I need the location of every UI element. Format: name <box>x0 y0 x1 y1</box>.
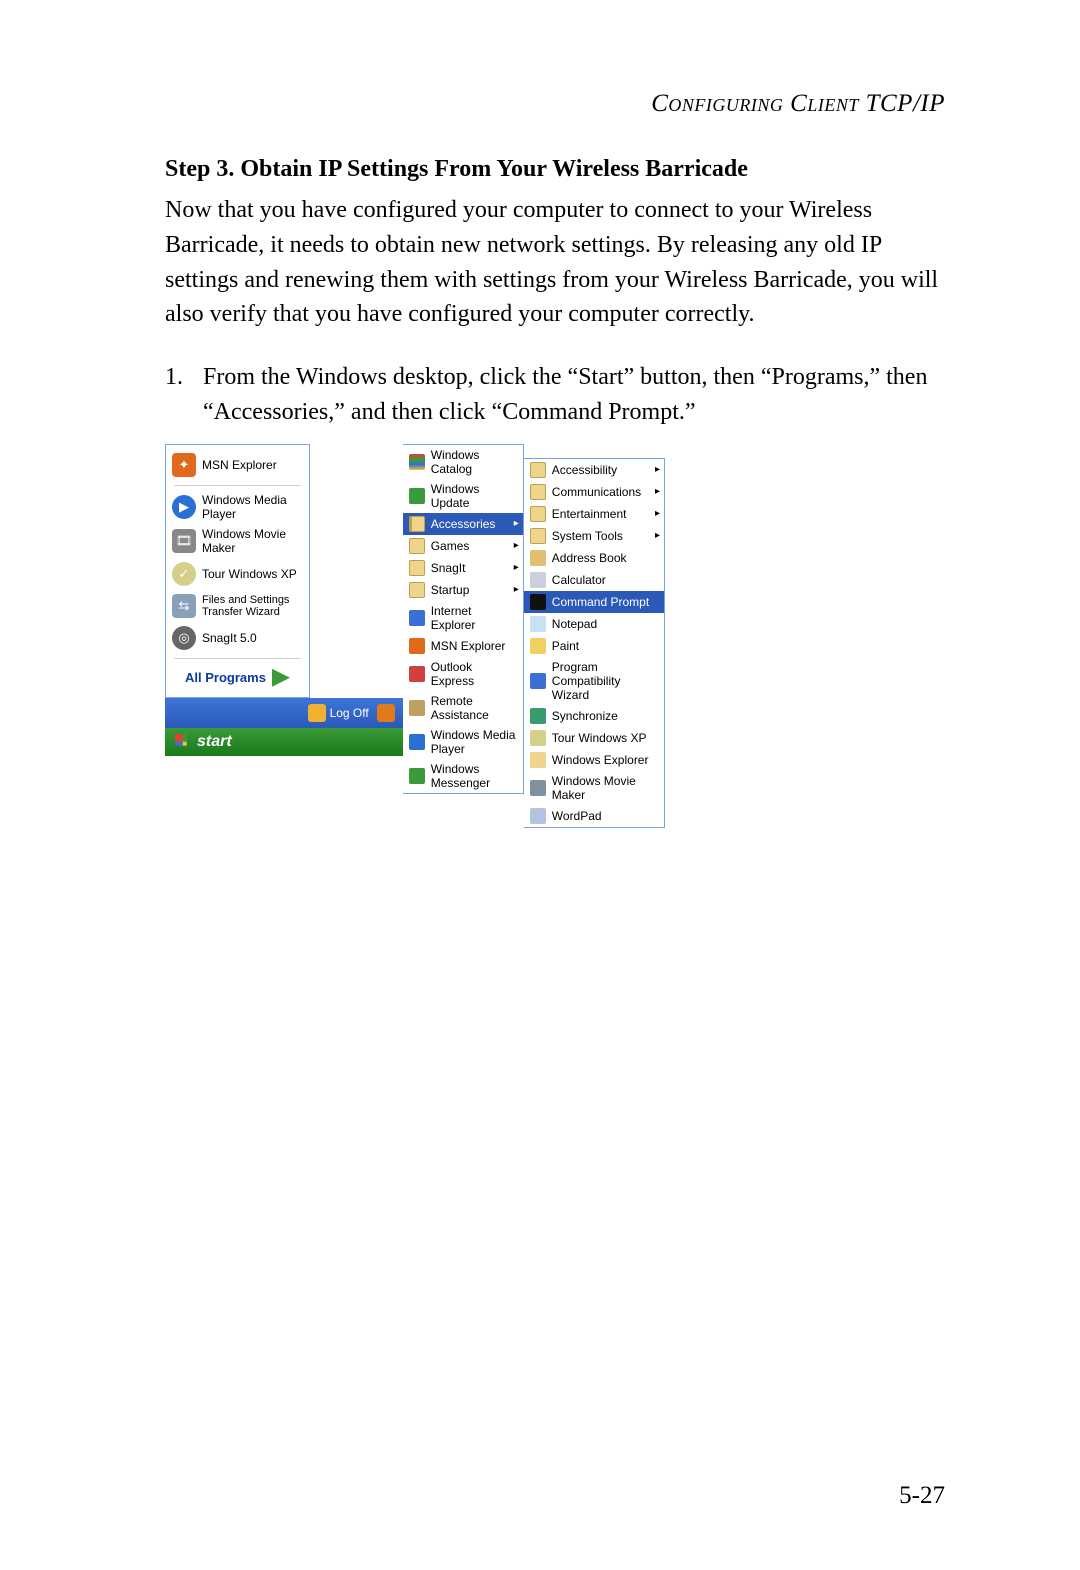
menu-item-icon <box>530 484 546 500</box>
submenu-arrow-icon: ▸ <box>514 584 519 595</box>
menu-item-icon <box>530 594 546 610</box>
menu-item-icon <box>409 734 425 750</box>
body-paragraph: Now that you have configured your comput… <box>165 193 945 332</box>
menu-item-icon <box>409 638 425 654</box>
list-number: 1. <box>165 360 203 430</box>
menu-item-icon <box>409 538 425 554</box>
start-item-movie[interactable]: 🎞 Windows Movie Maker <box>168 524 307 558</box>
page-number: 5-27 <box>899 1482 945 1510</box>
programs-item[interactable]: SnagIt▸ <box>403 557 523 579</box>
submenu-arrow-icon: ▸ <box>514 518 519 529</box>
logoff-bar: Log Off <box>165 698 403 728</box>
accessories-item[interactable]: Entertainment▸ <box>524 503 664 525</box>
programs-item[interactable]: Internet Explorer <box>403 601 523 635</box>
submenu-arrow-icon: ▸ <box>655 508 660 519</box>
menu-item-icon <box>530 780 546 796</box>
menu-item-icon <box>530 673 546 689</box>
accessories-item[interactable]: Tour Windows XP <box>524 727 664 749</box>
menu-item-icon <box>530 462 546 478</box>
accessories-item[interactable]: Paint <box>524 635 664 657</box>
menu-item-icon <box>409 610 425 626</box>
menu-item-icon <box>530 708 546 724</box>
start-item-wmp[interactable]: ▶ Windows Media Player <box>168 490 307 524</box>
submenu-arrow-icon: ▸ <box>655 464 660 475</box>
msn-icon: ✦ <box>172 453 196 477</box>
menu-item-icon <box>409 488 425 504</box>
accessories-item[interactable]: Address Book <box>524 547 664 569</box>
start-item-wizard[interactable]: ⇆ Files and Settings Transfer Wizard <box>168 590 307 622</box>
snagit-icon: ◎ <box>172 626 196 650</box>
accessories-item[interactable]: Calculator <box>524 569 664 591</box>
menu-item-icon <box>530 550 546 566</box>
submenu-arrow-icon: ▸ <box>655 486 660 497</box>
programs-item[interactable]: MSN Explorer <box>403 635 523 657</box>
menu-item-icon <box>530 808 546 824</box>
accessories-submenu: Accessibility▸Communications▸Entertainme… <box>524 458 665 828</box>
start-menu-left-panel: ✦ MSN Explorer ▶ Windows Media Player 🎞 … <box>165 444 310 698</box>
accessories-item[interactable]: System Tools▸ <box>524 525 664 547</box>
menu-item-icon <box>409 666 425 682</box>
programs-item[interactable]: Accessories▸ <box>403 513 523 535</box>
accessories-item[interactable]: Notepad <box>524 613 664 635</box>
submenu-arrow-icon: ▸ <box>514 562 519 573</box>
submenu-arrow-icon: ▸ <box>655 530 660 541</box>
accessories-item[interactable]: Command Prompt <box>524 591 664 613</box>
shutdown-button[interactable] <box>377 704 395 722</box>
wizard-icon: ⇆ <box>172 594 196 618</box>
tour-icon: ✓ <box>172 562 196 586</box>
moviemaker-icon: 🎞 <box>172 529 196 553</box>
menu-item-icon <box>409 768 425 784</box>
accessories-item[interactable]: Windows Explorer <box>524 749 664 771</box>
accessories-item[interactable]: Synchronize <box>524 705 664 727</box>
screenshot-start-menu: ✦ MSN Explorer ▶ Windows Media Player 🎞 … <box>165 444 665 828</box>
step-title: Step 3. Obtain IP Settings From Your Wir… <box>165 156 945 183</box>
menu-item-icon <box>409 560 425 576</box>
key-icon <box>308 704 326 722</box>
programs-item[interactable]: Remote Assistance <box>403 691 523 725</box>
start-item-snagit[interactable]: ◎ SnagIt 5.0 <box>168 622 307 654</box>
programs-item[interactable]: Startup▸ <box>403 579 523 601</box>
all-programs-button[interactable]: All Programs <box>168 663 307 693</box>
accessories-item[interactable]: WordPad <box>524 805 664 827</box>
start-item-msn[interactable]: ✦ MSN Explorer <box>168 449 307 481</box>
programs-item[interactable]: Outlook Express <box>403 657 523 691</box>
menu-item-icon <box>409 582 425 598</box>
programs-submenu: Windows CatalogWindows UpdateAccessories… <box>403 444 524 794</box>
power-icon <box>377 704 395 722</box>
menu-item-icon <box>409 516 425 532</box>
accessories-item[interactable]: Communications▸ <box>524 481 664 503</box>
menu-item-icon <box>530 572 546 588</box>
programs-item[interactable]: Windows Update <box>403 479 523 513</box>
accessories-item[interactable]: Accessibility▸ <box>524 459 664 481</box>
programs-item[interactable]: Windows Catalog <box>403 445 523 479</box>
programs-item[interactable]: Windows Media Player <box>403 725 523 759</box>
chapter-heading: Configuring Client TCP/IP <box>165 90 945 118</box>
instruction-item: 1. From the Windows desktop, click the “… <box>165 360 945 430</box>
submenu-arrow-icon: ▸ <box>514 540 519 551</box>
list-text: From the Windows desktop, click the “Sta… <box>203 360 945 430</box>
start-item-tour[interactable]: ✓ Tour Windows XP <box>168 558 307 590</box>
programs-item[interactable]: Games▸ <box>403 535 523 557</box>
menu-item-icon <box>530 752 546 768</box>
accessories-item[interactable]: Program Compatibility Wizard <box>524 657 664 705</box>
windows-logo-icon <box>175 734 191 750</box>
menu-item-icon <box>530 506 546 522</box>
menu-item-icon <box>530 638 546 654</box>
menu-item-icon <box>530 528 546 544</box>
menu-item-icon <box>409 700 425 716</box>
wmp-icon: ▶ <box>172 495 196 519</box>
arrow-right-icon <box>272 669 290 687</box>
start-button[interactable]: start <box>165 728 403 756</box>
menu-item-icon <box>530 730 546 746</box>
programs-item[interactable]: Windows Messenger <box>403 759 523 793</box>
log-off-button[interactable]: Log Off <box>308 704 369 722</box>
menu-item-icon <box>409 454 425 470</box>
menu-item-icon <box>530 616 546 632</box>
accessories-item[interactable]: Windows Movie Maker <box>524 771 664 805</box>
